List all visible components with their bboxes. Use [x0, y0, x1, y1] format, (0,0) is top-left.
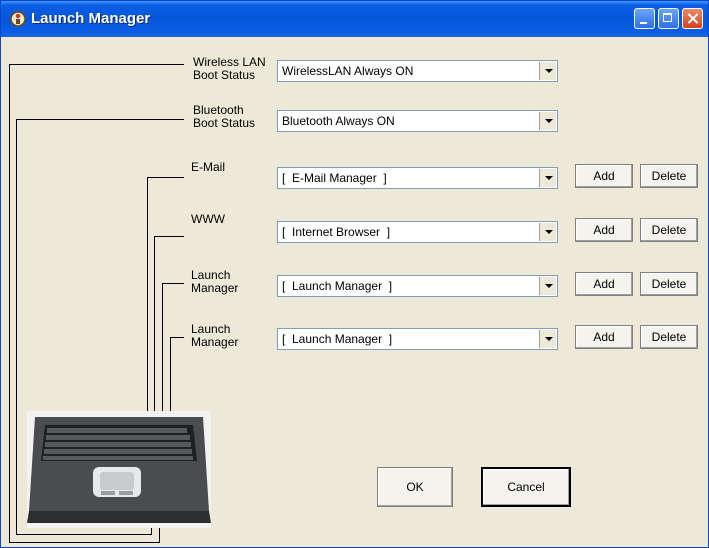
- launch-manager-1-add-button[interactable]: Add: [575, 272, 633, 296]
- chevron-down-icon[interactable]: [539, 277, 556, 295]
- wireless-lan-select-value: WirelessLAN Always ON: [282, 64, 414, 78]
- launch-manager-select-2-value: [ Launch Manager ]: [282, 332, 393, 346]
- launch-manager-app-icon: [10, 11, 26, 27]
- launch-manager-label-1-text: Launch Manager: [191, 268, 239, 295]
- title-bar[interactable]: Launch Manager: [1, 1, 708, 37]
- launch-manager-2-delete-button[interactable]: Delete: [640, 325, 698, 349]
- chevron-down-icon[interactable]: [539, 62, 556, 80]
- maximize-button[interactable]: [658, 8, 679, 29]
- chevron-down-icon[interactable]: [539, 112, 556, 130]
- lm2-leader-line: [170, 337, 184, 338]
- chevron-down-icon[interactable]: [539, 330, 556, 348]
- www-delete-button[interactable]: Delete: [640, 218, 698, 242]
- launch-manager-1-delete-button[interactable]: Delete: [640, 272, 698, 296]
- wireless-leader-line-b: [9, 542, 160, 543]
- launch-manager-select-1[interactable]: [ Launch Manager ]: [277, 275, 558, 297]
- www-leader-line: [154, 236, 184, 237]
- chevron-down-icon[interactable]: [539, 223, 556, 241]
- bluetooth-select-value: Bluetooth Always ON: [282, 114, 395, 128]
- minimize-button[interactable]: [634, 8, 655, 29]
- launch-manager-select-1-value: [ Launch Manager ]: [282, 279, 393, 293]
- bluetooth-label: Bluetooth Boot Status: [193, 104, 255, 130]
- www-select[interactable]: [ Internet Browser ]: [277, 221, 558, 243]
- ok-button[interactable]: OK: [377, 467, 453, 507]
- cancel-button[interactable]: Cancel: [481, 467, 571, 507]
- lm1-leader-line: [162, 283, 184, 284]
- wireless-lan-label: Wireless LAN Boot Status: [193, 56, 266, 82]
- lm1-leader-line-v: [162, 283, 163, 421]
- launch-manager-label-2-text: Launch Manager: [191, 322, 239, 349]
- laptop-image: [27, 411, 211, 528]
- bluetooth-select[interactable]: Bluetooth Always ON: [277, 110, 558, 132]
- bluetooth-leader-line: [16, 119, 184, 120]
- bluetooth-label-text: Bluetooth Boot Status: [193, 103, 256, 130]
- email-add-button[interactable]: Add: [575, 164, 633, 188]
- launch-manager-label-2: Launch Manager: [191, 323, 238, 349]
- launch-manager-2-add-button[interactable]: Add: [575, 325, 633, 349]
- email-select-value: [ E-Mail Manager ]: [282, 171, 387, 185]
- lm2-leader-line-v: [170, 337, 171, 421]
- www-label: WWW: [191, 212, 225, 226]
- launch-manager-window: Launch Manager Wireless LAN Boot Status …: [0, 0, 709, 548]
- wireless-lan-select[interactable]: WirelessLAN Always ON: [277, 60, 558, 82]
- www-select-value: [ Internet Browser ]: [282, 225, 391, 239]
- launch-manager-select-2[interactable]: [ Launch Manager ]: [277, 328, 558, 350]
- chevron-down-icon[interactable]: [539, 169, 556, 187]
- www-add-button[interactable]: Add: [575, 218, 633, 242]
- window-title: Launch Manager: [31, 10, 151, 27]
- email-leader-line: [147, 177, 184, 178]
- www-leader-line-v: [154, 236, 155, 421]
- bluetooth-leader-line-b: [16, 534, 151, 535]
- wireless-lan-label-text: Wireless LAN Boot Status: [193, 55, 266, 82]
- close-button[interactable]: [682, 8, 703, 29]
- wireless-leader-line: [9, 64, 184, 65]
- email-select[interactable]: [ E-Mail Manager ]: [277, 167, 558, 189]
- email-delete-button[interactable]: Delete: [640, 164, 698, 188]
- email-leader-line-v: [147, 177, 148, 421]
- email-label: E-Mail: [191, 160, 226, 174]
- launch-manager-label-1: Launch Manager: [191, 269, 238, 295]
- bluetooth-leader-line-v: [16, 119, 17, 535]
- wireless-leader-line-v: [9, 64, 10, 542]
